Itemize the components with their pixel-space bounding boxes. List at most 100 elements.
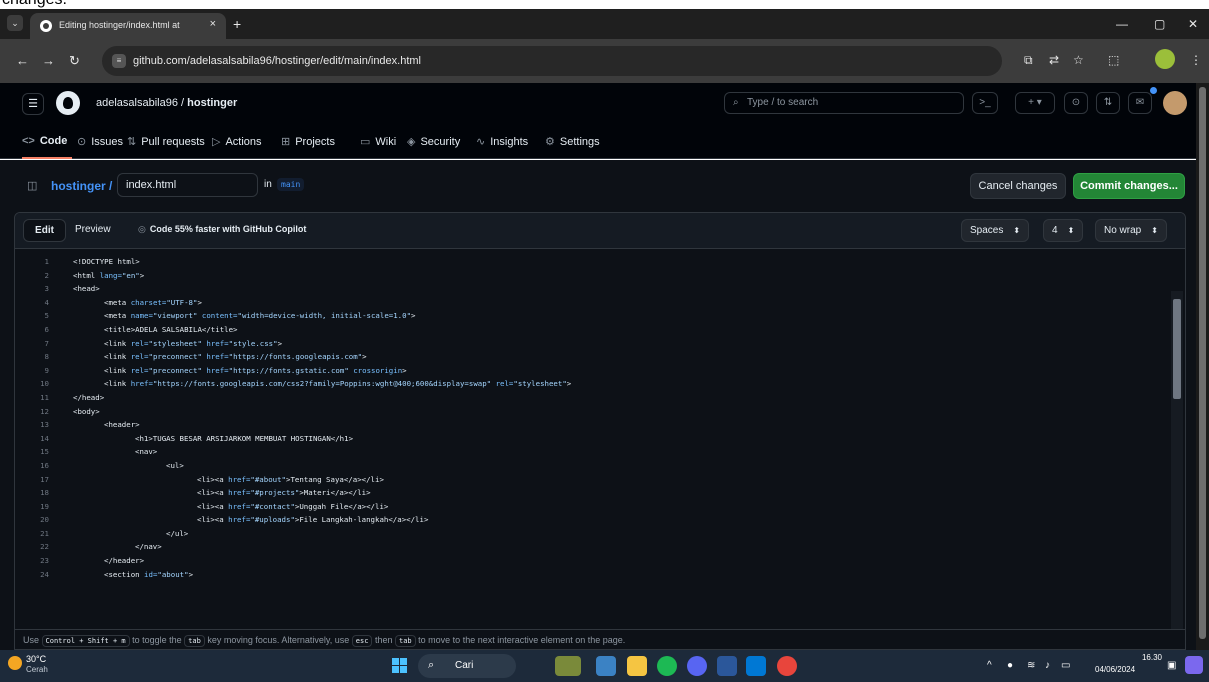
- url-text[interactable]: github.com/adelasalsabila96/hostinger/ed…: [133, 55, 421, 67]
- tab-code[interactable]: <> Code: [22, 135, 67, 147]
- tab-actions[interactable]: ▷ Actions: [212, 135, 262, 148]
- editor-scrollbar-thumb[interactable]: [1173, 299, 1181, 399]
- browser-tab-active[interactable]: Editing hostinger/index.html at ×: [30, 13, 226, 39]
- line-number: 19: [40, 501, 49, 511]
- weather-desc[interactable]: Cerah: [26, 665, 48, 674]
- taskbar-search-label: Cari: [455, 660, 474, 671]
- avatar[interactable]: [1163, 91, 1187, 115]
- search-input[interactable]: ⌕ Type / to search: [724, 92, 964, 114]
- line-text: <link rel="stylesheet" href="style.css">: [104, 337, 282, 351]
- code-token: </nav>: [135, 542, 162, 552]
- tab-search-button[interactable]: ⌄: [7, 15, 23, 31]
- file-explorer-icon[interactable]: [627, 656, 647, 676]
- copilot-promo-link[interactable]: ◎ Code 55% faster with GitHub Copilot: [138, 224, 306, 235]
- back-arrow-icon[interactable]: ←: [16, 53, 29, 68]
- tab-close-icon[interactable]: ×: [210, 18, 216, 30]
- wifi-icon[interactable]: ≋: [1027, 660, 1035, 671]
- word-icon[interactable]: [717, 656, 737, 676]
- line-number: 13: [40, 420, 49, 430]
- github-header: ☰ adelasalsabila96 / hostinger ⌕ Type / …: [0, 83, 1209, 159]
- code-token: <ul>: [166, 460, 184, 470]
- code-token: "https://fonts.googleapis.com/css2?famil…: [152, 379, 492, 389]
- maximize-button[interactable]: ▢: [1154, 17, 1165, 31]
- code-line: 16 <ul>: [15, 459, 1165, 473]
- profile-extension-icon[interactable]: [1155, 49, 1175, 69]
- wrap-mode-select[interactable]: No wrap ⬍: [1095, 219, 1167, 242]
- code-token: <nav>: [135, 447, 158, 457]
- code-token: <html: [73, 270, 100, 280]
- close-window-button[interactable]: ✕: [1188, 17, 1198, 31]
- repo-nav: <> Code ⊙ Issues ⇅ Pull requests ▷ Actions ⊞ Proj…: [0, 133, 1209, 159]
- owner-link[interactable]: adelasalsabila96: [96, 97, 178, 109]
- weather-icon[interactable]: [8, 656, 22, 670]
- pull-requests-icon[interactable]: ⇅: [1096, 92, 1120, 114]
- clock-date[interactable]: 04/06/2024: [1095, 665, 1135, 674]
- indent-size-value: 4: [1052, 225, 1058, 236]
- code-token: "stylesheet": [513, 379, 567, 389]
- filename-input[interactable]: index.html: [117, 173, 258, 197]
- taskbar-search[interactable]: ⌕ Cari: [418, 654, 516, 678]
- address-bar-field[interactable]: ≡ github.com/adelasalsabila96/hostinger/…: [102, 46, 1002, 76]
- inbox-icon[interactable]: ✉: [1128, 92, 1152, 114]
- indent-mode-select[interactable]: Spaces ⬍: [961, 219, 1030, 242]
- weather-temp[interactable]: 30°C: [26, 654, 46, 664]
- issues-icon[interactable]: ⊙: [1064, 92, 1088, 114]
- vscode-icon[interactable]: [746, 656, 766, 676]
- translate-icon[interactable]: ⇄: [1049, 53, 1059, 67]
- line-number: 4: [44, 297, 49, 307]
- minimize-button[interactable]: —: [1116, 17, 1128, 31]
- cancel-changes-button[interactable]: Cancel changes: [970, 173, 1066, 199]
- code-line: 23 </header>: [15, 554, 1165, 568]
- bookmark-star-icon[interactable]: ☆: [1073, 53, 1084, 67]
- code-textarea[interactable]: 1 <!DOCTYPE html> 2 <html lang="en"> 3 <head>…: [15, 249, 1185, 649]
- chrome-icon[interactable]: [777, 656, 797, 676]
- line-number: 21: [40, 528, 49, 538]
- tab-preview[interactable]: Preview: [75, 224, 111, 235]
- hamburger-menu-icon[interactable]: ☰: [22, 93, 44, 115]
- tab-settings[interactable]: ⚙ Settings: [545, 135, 600, 148]
- create-new-button[interactable]: + ▾: [1015, 92, 1055, 114]
- extensions-icon[interactable]: ⬚: [1108, 53, 1119, 67]
- tab-pull-requests[interactable]: ⇅ Pull requests: [127, 135, 205, 148]
- code-line: 18 <li><a href="#projects">Materi</a></li…: [15, 486, 1165, 500]
- tab-insights[interactable]: ∿ Insights: [476, 135, 528, 148]
- spotify-icon[interactable]: [657, 656, 677, 676]
- new-tab-button[interactable]: +: [233, 16, 241, 32]
- code-line: 3 <head>: [15, 282, 1165, 296]
- line-number: 8: [44, 352, 49, 362]
- windows-start-icon[interactable]: [392, 658, 408, 674]
- tab-edit[interactable]: Edit: [23, 219, 66, 242]
- editor-scrollbar[interactable]: [1171, 291, 1183, 649]
- tray-overflow-icon[interactable]: ^: [987, 660, 992, 671]
- tab-projects[interactable]: ⊞ Projects: [281, 135, 335, 148]
- tab-issues[interactable]: ⊙ Issues: [77, 135, 123, 148]
- task-view-icon[interactable]: [596, 656, 616, 676]
- github-logo-icon[interactable]: [56, 91, 80, 115]
- teams-icon[interactable]: [1185, 656, 1203, 674]
- code-token: <title>ADELA SALSABILA</title>: [104, 324, 238, 334]
- discord-icon[interactable]: [687, 656, 707, 676]
- code-token: content=: [197, 311, 238, 321]
- command-palette-icon[interactable]: >_: [972, 92, 998, 114]
- tray-app-icon[interactable]: ●: [1007, 660, 1013, 671]
- page-scrollbar-thumb[interactable]: [1199, 87, 1206, 639]
- clock-time[interactable]: 16.30: [1132, 653, 1162, 662]
- file-tree-toggle-icon[interactable]: ◫: [27, 179, 37, 192]
- battery-icon[interactable]: ▭: [1061, 660, 1070, 671]
- notification-icon[interactable]: ▣: [1167, 660, 1176, 671]
- repo-crumb-link[interactable]: hostinger /: [51, 179, 112, 193]
- forward-arrow-icon[interactable]: →: [42, 53, 55, 68]
- repo-link[interactable]: hostinger: [187, 97, 237, 109]
- widget-app-icon[interactable]: [555, 656, 581, 676]
- commit-changes-button[interactable]: Commit changes...: [1073, 173, 1185, 199]
- browser-menu-icon[interactable]: ⋮: [1190, 53, 1202, 67]
- editor-toolbar: Edit Preview ◎ Code 55% faster with GitHu…: [15, 213, 1185, 249]
- volume-icon[interactable]: ♪: [1045, 660, 1050, 671]
- tab-wiki[interactable]: ▭ Wiki: [360, 135, 396, 148]
- tab-security[interactable]: ◈ Security: [407, 135, 460, 148]
- indent-size-select[interactable]: 4 ⬍: [1043, 219, 1084, 242]
- install-app-icon[interactable]: ⧉: [1024, 53, 1033, 68]
- page-scrollbar[interactable]: [1196, 83, 1209, 650]
- reload-icon[interactable]: ↻: [69, 53, 80, 69]
- site-info-icon[interactable]: ≡: [112, 54, 126, 68]
